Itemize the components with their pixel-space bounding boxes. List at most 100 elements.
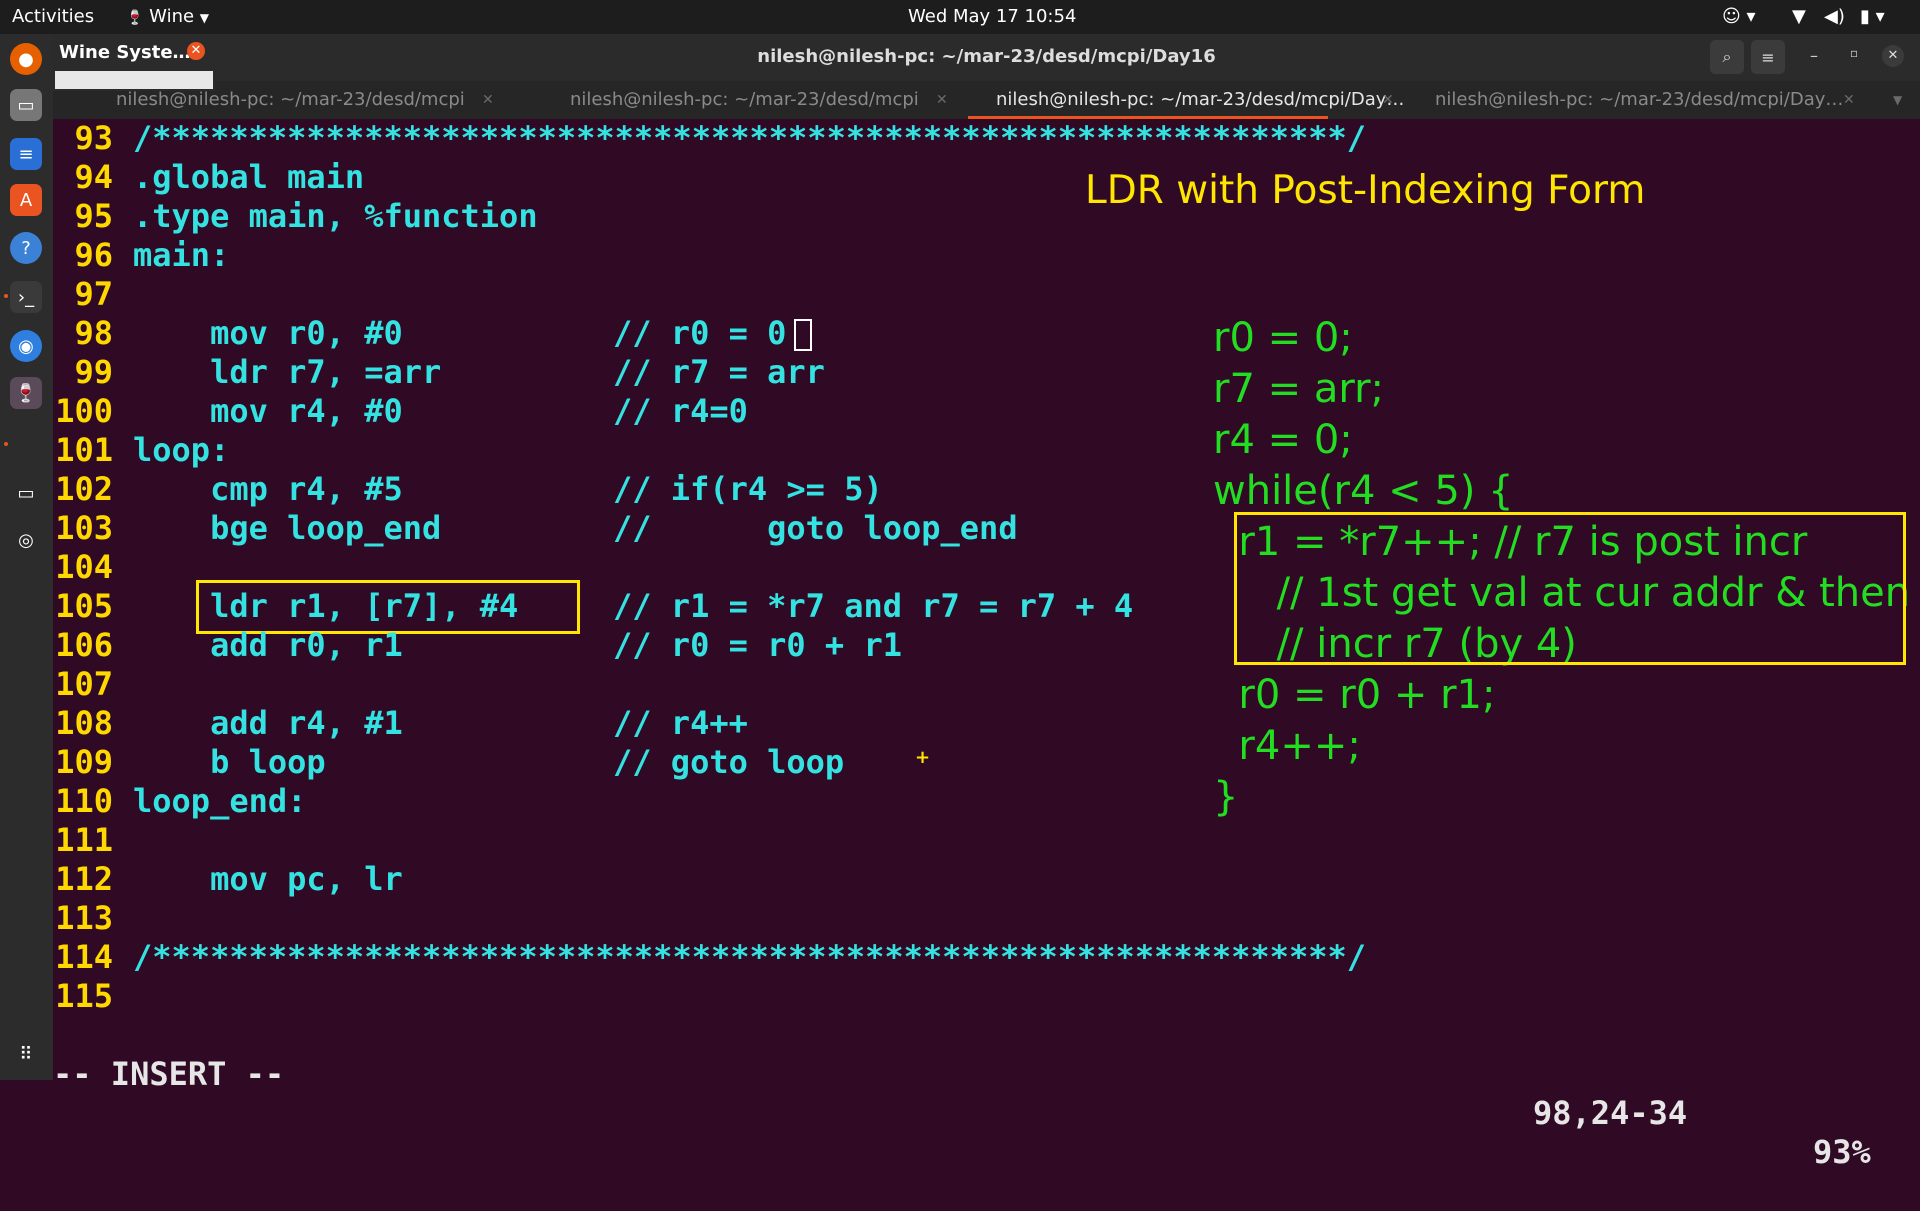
chromium-icon[interactable]: ◉ [10, 330, 42, 362]
wine-app-menu[interactable]: 🍷 Wine ▼ [126, 6, 209, 27]
line-number: 96 [74, 236, 113, 274]
minimize-icon[interactable]: – [1810, 46, 1818, 65]
clock[interactable]: Wed May 17 10:54 [908, 6, 1076, 27]
running-indicator [4, 442, 8, 446]
line-number: 110 [55, 782, 113, 820]
mouse-pointer-icon: + [915, 747, 931, 768]
text-cursor [794, 319, 812, 351]
files-icon[interactable]: ▭ [10, 89, 42, 121]
line-number: 112 [55, 860, 113, 898]
line-code: cmp r4, #5 [133, 470, 403, 508]
line-code: .global main [133, 158, 365, 196]
app-menu-label: Wine [149, 6, 195, 27]
tab-bar: nilesh@nilesh-pc: ~/mar-23/desd/mcpi ✕ n… [53, 81, 1920, 119]
accessibility-icon[interactable]: ☺ ▾ [1722, 6, 1756, 27]
tab-4[interactable]: nilesh@nilesh-pc: ~/mar-23/desd/mcpi/Day… [1435, 81, 1843, 119]
line-number: 104 [55, 548, 113, 586]
line-number: 99 [74, 353, 113, 391]
line-number: 108 [55, 704, 113, 742]
c-line: r4 = 0; [1213, 417, 1353, 463]
line-number: 113 [55, 899, 113, 937]
display-icon[interactable]: ▭ [10, 477, 42, 509]
battery-icon[interactable]: ▮ ▾ [1860, 6, 1885, 27]
line-code: ldr r7, =arr [133, 353, 442, 391]
line-code: main: [133, 236, 230, 274]
line-number: 102 [55, 470, 113, 508]
line-comment: // if(r4 >= 5) [613, 470, 883, 508]
line-comment: // r0 = r0 + r1 [613, 626, 902, 664]
line-code: loop_end: [133, 782, 307, 820]
line-comment: // r0 = 0 [613, 314, 787, 352]
line-comment: // goto loop_end [613, 509, 1018, 547]
line-comment: // r4=0 [613, 392, 748, 430]
software-icon[interactable]: A [10, 184, 42, 216]
tab-close-icon[interactable]: ✕ [1843, 81, 1855, 119]
window-titlebar[interactable]: nilesh@nilesh-pc: ~/mar-23/desd/mcpi/Day… [53, 34, 1920, 81]
c-line: } [1213, 774, 1239, 820]
line-comment: // r7 = arr [613, 353, 825, 391]
tab-close-icon[interactable]: ✕ [936, 81, 948, 119]
line-code: /***************************************… [133, 938, 1366, 976]
tab-3[interactable]: nilesh@nilesh-pc: ~/mar-23/desd/mcpi/Day… [968, 81, 1404, 119]
line-number: 93 [74, 119, 113, 157]
tab-label: nilesh@nilesh-pc: ~/mar-23/desd/mcpi/Day… [996, 89, 1405, 110]
tab-2[interactable]: nilesh@nilesh-pc: ~/mar-23/desd/mcpi [570, 81, 919, 119]
line-number: 115 [55, 977, 113, 1015]
vim-status-line: -- INSERT -- 98,24-34 93% [53, 1016, 1920, 1171]
dock: ● ▭ ≡ A ? ›_ ◉ 🍷 ▭ ◎ ⠿ [0, 34, 53, 1080]
c-line: r0 = 0; [1213, 315, 1353, 361]
line-number: 100 [55, 392, 113, 430]
show-apps-icon[interactable]: ⠿ [10, 1038, 42, 1070]
tab-close-icon[interactable]: ✕ [482, 81, 494, 119]
line-code: mov pc, lr [133, 860, 403, 898]
activities-button[interactable]: Activities [12, 6, 94, 27]
close-window-icon[interactable]: ✕ [1882, 45, 1904, 67]
line-number: 103 [55, 509, 113, 547]
line-code: add r0, r1 [133, 626, 403, 664]
wifi-icon[interactable]: ▼ [1792, 6, 1806, 27]
notification-thumbnail [55, 71, 213, 89]
chevron-down-icon: ▼ [199, 11, 210, 25]
line-comment: // r4++ [613, 704, 748, 742]
terminal-content[interactable]: 93 /*************************************… [53, 119, 1920, 1171]
line-number: 111 [55, 821, 113, 859]
line-number: 98 [74, 314, 113, 352]
menu-icon[interactable]: ≡ [1751, 40, 1785, 74]
line-number: 114 [55, 938, 113, 976]
c-highlight-box [1234, 512, 1906, 665]
tabs-dropdown-icon[interactable]: ▼ [1893, 81, 1902, 119]
search-icon[interactable]: ⌕ [1710, 40, 1744, 74]
line-number: 106 [55, 626, 113, 664]
writer-icon[interactable]: ≡ [10, 138, 42, 170]
window-title: nilesh@nilesh-pc: ~/mar-23/desd/mcpi/Day… [757, 46, 1216, 67]
line-number: 95 [74, 197, 113, 235]
maximize-icon[interactable]: ▫ [1850, 46, 1858, 60]
line-code: .type main, %function [133, 197, 538, 235]
top-bar: Activities 🍷 Wine ▼ Wed May 17 10:54 ☺ ▾… [0, 0, 1920, 34]
line-number: 101 [55, 431, 113, 469]
c-line: r4++; [1213, 723, 1361, 769]
wine-notification[interactable]: Wine Syste… ✕ [53, 34, 215, 91]
line-code: b loop [133, 743, 326, 781]
wine-glass-icon: 🍷 [126, 10, 144, 26]
c-line: r0 = r0 + r1; [1213, 672, 1496, 718]
help-icon[interactable]: ? [10, 232, 42, 264]
screenshot-icon[interactable]: ◎ [10, 524, 42, 556]
scroll-percent: 93% [1813, 1133, 1871, 1171]
terminal-icon[interactable]: ›_ [10, 281, 42, 313]
running-indicator [4, 294, 8, 298]
line-number: 97 [74, 275, 113, 313]
line-number: 105 [55, 587, 113, 625]
firefox-icon[interactable]: ● [10, 43, 42, 75]
line-comment: // goto loop [613, 743, 845, 781]
line-number: 107 [55, 665, 113, 703]
tab-label: nilesh@nilesh-pc: ~/mar-23/desd/mcpi [116, 89, 465, 110]
vim-mode: -- INSERT -- [53, 1055, 285, 1093]
volume-icon[interactable]: ◀) [1824, 6, 1845, 27]
line-number: 94 [74, 158, 113, 196]
tab-close-icon[interactable]: ✕ [1382, 81, 1394, 119]
c-line: while(r4 < 5) { [1213, 468, 1514, 514]
wine-icon[interactable]: 🍷 [10, 377, 42, 409]
line-code: /***************************************… [133, 119, 1366, 157]
close-icon[interactable]: ✕ [187, 42, 205, 60]
